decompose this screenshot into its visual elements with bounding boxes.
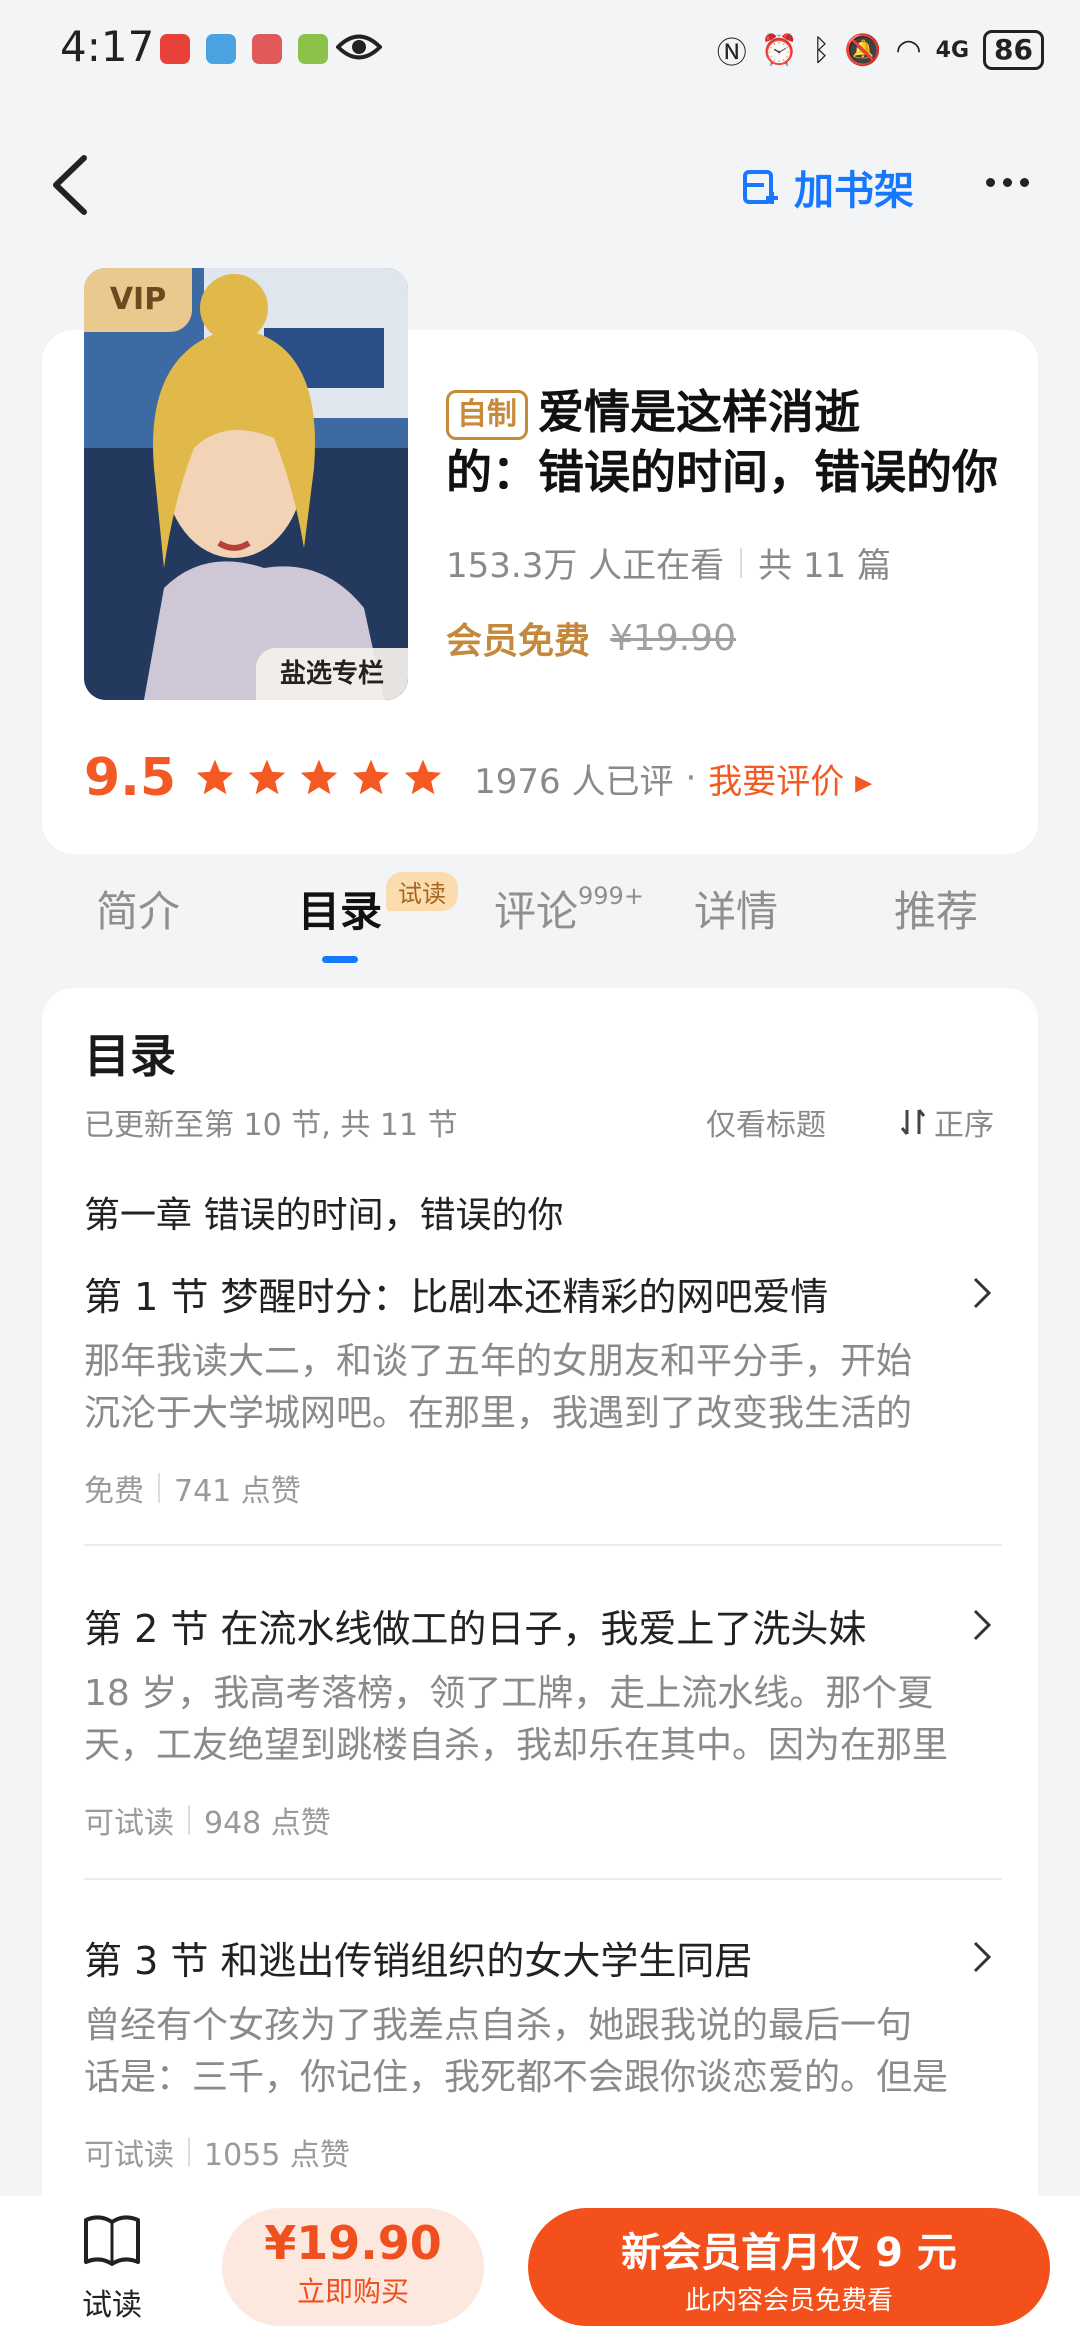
section-footer: 免费 741 点赞	[84, 1466, 301, 1510]
alarm-icon: ⏰	[760, 32, 799, 68]
sort-order-button[interactable]: 正序	[900, 1100, 994, 1144]
section-title[interactable]: 第 2 节 在流水线做工的日子，我爱上了洗头妹	[84, 1598, 866, 1653]
nfc-icon: Ⓝ	[716, 36, 747, 71]
chevron-right-icon[interactable]	[972, 1940, 992, 1974]
column-label: 盐选专栏	[256, 648, 408, 700]
sort-order-label: 正序	[934, 1108, 994, 1143]
book-icon	[84, 2215, 140, 2266]
section-summary[interactable]: 曾经有个女孩为了我差点自杀，她跟我说的最后一句 话是：三千，你记住，我死都不会跟…	[84, 2000, 994, 2104]
titles-only-toggle[interactable]: 仅看标题	[706, 1100, 826, 1144]
buy-label: 立即购买	[296, 2275, 409, 2308]
book-cover-image[interactable]	[84, 268, 408, 700]
summary-line: 18 岁，我高考落榜，领了工牌，走上流水线。那个夏	[84, 1673, 934, 1714]
mute-icon: 🔕	[844, 32, 882, 68]
tab-comments[interactable]: 评论999+	[494, 878, 644, 939]
rating-stars	[194, 757, 444, 799]
trial-read-button[interactable]: 试读	[62, 2212, 162, 2324]
book-meta: 153.3万 人正在看 共 11 篇	[446, 538, 891, 587]
tab-catalog[interactable]: 目录	[298, 878, 382, 939]
summary-line: 话是：三千，你记住，我死都不会跟你谈恋爱的。但是	[84, 2057, 949, 2098]
chevron-right-icon[interactable]	[972, 1608, 992, 1642]
signal-icon: 4G	[935, 37, 970, 63]
section-title[interactable]: 第 3 节 和逃出传销组织的女大学生同居	[84, 1930, 752, 1985]
row-divider	[84, 1544, 1002, 1546]
summary-line: 曾经有个女孩为了我差点自杀，她跟我说的最后一句	[84, 2005, 913, 2046]
section-footer: 可试读 948 点赞	[84, 1798, 331, 1842]
membership-title: 新会员首月仅 9 元	[621, 2230, 957, 2276]
divider	[740, 547, 743, 578]
more-options-icon[interactable]	[986, 178, 1029, 187]
update-status: 已更新至第 10 节, 共 11 节	[84, 1108, 458, 1143]
separator-dot: ·	[685, 758, 697, 798]
chapter-title: 第一章 错误的时间，错误的你	[84, 1195, 564, 1236]
book-title: 自制 爱情是这样消逝 的：错误的时间，错误的你	[446, 382, 1006, 502]
original-price: ¥19.90	[610, 617, 736, 659]
bluetooth-icon: ᛒ	[812, 32, 831, 68]
star-icon	[300, 759, 338, 795]
section-summary[interactable]: 那年我读大二，和谈了五年的女朋友和平分手，开始 沉沦于大学城网吧。在那里，我遇到…	[84, 1336, 994, 1440]
star-icon	[352, 759, 390, 795]
battery-indicator: 86	[983, 30, 1044, 70]
section-summary[interactable]: 18 岁，我高考落榜，领了工牌，走上流水线。那个夏 天，工友绝望到跳楼自杀，我却…	[84, 1668, 994, 1772]
vip-badge: VIP	[84, 268, 192, 332]
chapter-count: 共 11 篇	[758, 546, 892, 586]
summary-line: 天，工友绝望到跳楼自杀，我却乐在其中。因为在那里	[84, 1725, 949, 1766]
back-arrow-icon[interactable]	[46, 150, 96, 220]
section-status: 可试读	[84, 1806, 174, 1841]
tab-details[interactable]: 详情	[694, 878, 778, 939]
wifi-icon: ◠	[895, 32, 922, 68]
price-row: 会员免费 ¥19.90	[446, 612, 736, 664]
member-free-label: 会员免费	[446, 621, 591, 662]
star-icon	[248, 759, 286, 795]
catalog-heading: 目录	[84, 1029, 176, 1083]
book-title-line2: 的：错误的时间，错误的你	[446, 445, 998, 499]
section-likes: 1055 点赞	[204, 2138, 350, 2173]
self-made-tag: 自制	[446, 390, 528, 440]
summary-line: 那年我读大二，和谈了五年的女朋友和平分手，开始	[84, 1341, 913, 1382]
add-to-shelf-button[interactable]: 加书架	[742, 158, 914, 216]
row-divider	[84, 1878, 1002, 1880]
star-icon	[404, 759, 442, 795]
section-footer: 可试读 1055 点赞	[84, 2130, 350, 2174]
tab-intro[interactable]: 简介	[96, 878, 180, 939]
comment-count: 999+	[578, 882, 644, 910]
buy-price: ¥19.90	[264, 2216, 442, 2270]
active-tab-indicator	[322, 956, 358, 963]
notification-icons	[160, 34, 328, 64]
chevron-right-icon[interactable]	[972, 1276, 992, 1310]
app-notification-icon	[252, 34, 282, 64]
add-shelf-icon	[743, 170, 778, 204]
trial-badge: 试读	[386, 872, 458, 911]
divider	[188, 2137, 190, 2167]
rating-row: 9.5 1976 人已评 · 我要评价 ▸	[84, 748, 872, 808]
tab-recommend[interactable]: 推荐	[894, 878, 978, 939]
star-icon	[196, 759, 234, 795]
tab-comments-label: 评论	[494, 887, 579, 936]
rating-score: 9.5	[84, 748, 177, 808]
app-notification-icon	[160, 34, 190, 64]
divider	[158, 1473, 160, 1503]
app-notification-icon	[206, 34, 236, 64]
add-shelf-label: 加书架	[794, 168, 914, 214]
eye-icon	[336, 34, 382, 60]
summary-line: 沉沦于大学城网吧。在那里，我遇到了改变我生活的	[84, 1393, 913, 1434]
status-right: Ⓝ ⏰ ᛒ 🔕 ◠ 4G 86	[717, 28, 1044, 72]
divider	[188, 1805, 190, 1835]
section-status: 免费	[84, 1474, 144, 1509]
membership-subtitle: 此内容会员免费看	[684, 2286, 893, 2316]
rate-link[interactable]: 我要评价 ▸	[708, 754, 872, 803]
rating-count: 1976 人已评	[474, 761, 674, 802]
sort-icon	[900, 1109, 926, 1135]
section-title[interactable]: 第 1 节 梦醒时分：比剧本还精彩的网吧爱情	[84, 1266, 828, 1321]
section-likes: 948 点赞	[204, 1806, 331, 1841]
membership-button[interactable]: 新会员首月仅 9 元 此内容会员免费看	[528, 2208, 1050, 2326]
status-time: 4:17	[60, 22, 155, 71]
reader-count: 153.3万 人正在看	[446, 546, 725, 586]
app-notification-icon	[298, 34, 328, 64]
trial-read-label: 试读	[82, 2288, 142, 2323]
buy-now-button[interactable]: ¥19.90 立即购买	[222, 2208, 484, 2326]
book-title-line1: 爱情是这样消逝	[538, 385, 860, 439]
section-likes: 741 点赞	[174, 1474, 301, 1509]
section-status: 可试读	[84, 2138, 174, 2173]
